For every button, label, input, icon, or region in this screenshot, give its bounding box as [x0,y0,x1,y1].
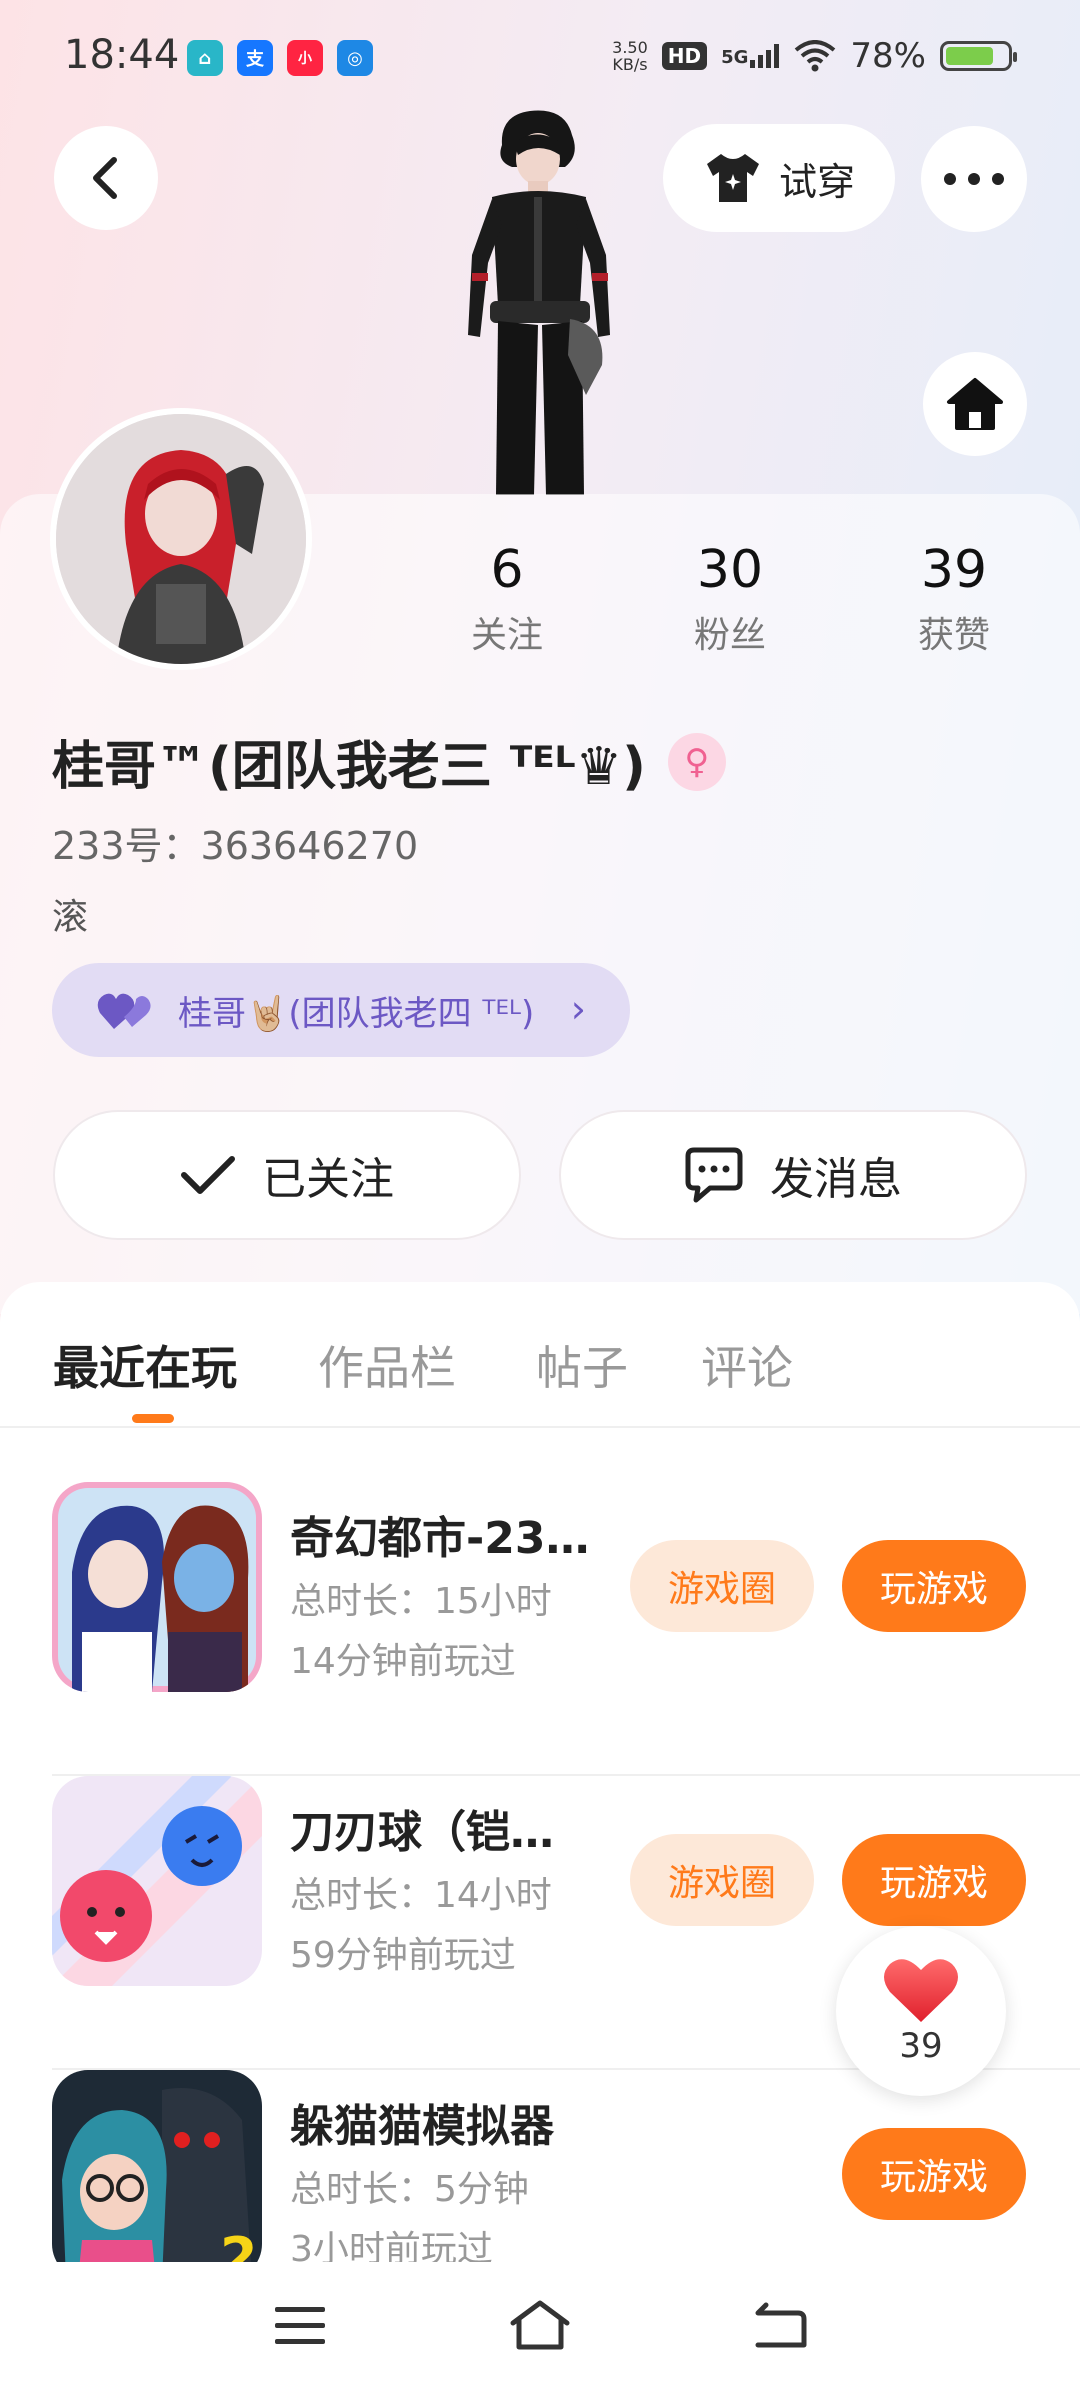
play-game-button[interactable]: 玩游戏 [842,1834,1026,1926]
stat-following[interactable]: 6 关注 [417,540,597,658]
system-back-button[interactable] [745,2290,815,2360]
battery-level [946,47,993,65]
app-blue-icon: ◎ [337,40,373,76]
wifi-icon [795,40,836,72]
battery-percent: 78% [850,36,926,76]
system-home-button[interactable] [505,2290,575,2360]
menu-icon [275,2307,325,2344]
xiaohongshu-icon: 小 [287,40,323,76]
stat-fans[interactable]: 30 粉丝 [640,540,820,658]
play-game-button[interactable]: 玩游戏 [842,1540,1026,1632]
more-dots-icon [944,173,1004,185]
network-speed: 3.50 KB/s [612,38,648,74]
game-title: 刀刃球（铠… [290,1807,554,1858]
game-duration: 总时长：14小时 [290,1875,552,1916]
try-on-button[interactable]: 试穿 [663,124,895,232]
gender-female-icon: ♀ [667,732,726,791]
status-indicators: 3.50 KB/s HD 5G 78% [612,36,1017,76]
game-icon-image [52,1482,262,1692]
battery-icon [940,41,1017,71]
likes-label: 获赞 [917,615,990,656]
game-duration: 总时长：5分钟 [290,2169,529,2210]
app-home-icon: ⌂ [187,40,223,76]
tshirt-icon [706,154,759,202]
game-title: 躲猫猫模拟器 [290,2101,554,2152]
chevron-right-icon: › [570,987,586,1031]
recent-apps-button[interactable] [265,2290,335,2360]
game-last-played: 59分钟前玩过 [290,1935,516,1976]
following-label: 关注 [470,615,543,656]
team-label: 桂哥🤘🏼(团队我老四 ᵀᴱᴸ) [178,993,535,1034]
message-button[interactable]: 发消息 [559,1110,1027,1240]
like-count: 39 [899,2026,943,2066]
nickname-row: 桂哥™(团队我老三 ᵀᴱᴸ♛) ♀ [52,724,726,799]
status-bar: 18:44 ⌂ 支 小 ◎ 3.50 KB/s HD 5G 78% [0,0,1080,120]
heart-icon [884,1959,958,2022]
follow-label: 已关注 [262,1154,394,1205]
status-app-icons: ⌂ 支 小 ◎ [187,40,373,76]
signal-icon: 5G [721,44,780,68]
home-icon [947,378,1003,430]
try-on-label: 试穿 [778,159,855,204]
user-id: 233号：363646270 [52,824,419,868]
likes-count: 39 [920,540,988,600]
more-button[interactable] [921,126,1027,232]
back-arrow-icon [755,2302,807,2348]
alipay-icon: 支 [237,40,273,76]
tab-works[interactable]: 作品栏 [318,1332,456,1398]
nickname: 桂哥™(团队我老三 ᵀᴱᴸ♛) [52,737,646,797]
home-button[interactable] [923,352,1027,456]
game-last-played: 14分钟前玩过 [290,1641,516,1682]
back-button[interactable] [54,126,158,230]
team-badge[interactable]: 桂哥🤘🏼(团队我老四 ᵀᴱᴸ) › [52,963,630,1057]
fans-count: 30 [696,540,764,600]
stat-likes[interactable]: 39 获赞 [864,540,1044,658]
play-game-button[interactable]: 玩游戏 [842,2128,1026,2220]
following-count: 6 [490,540,524,600]
list-item[interactable]: 奇幻都市-23… 总时长：15小时 14分钟前玩过 游戏圈 玩游戏 [52,1482,1080,1776]
profile-stats: 6 关注 30 粉丝 39 获赞 [0,540,1080,670]
system-navigation-bar [0,2262,1080,2388]
check-icon [181,1156,235,1194]
game-icon-image [52,1776,262,1986]
home-outline-icon [510,2300,570,2350]
game-duration: 总时长：15小时 [290,1581,552,1622]
bio: 滚 [52,897,89,938]
game-icon-image: 2 [52,2070,262,2280]
tab-bar: 最近在玩 作品栏 帖子 评论 [0,1282,1080,1428]
message-label: 发消息 [770,1154,902,1205]
game-circle-button[interactable]: 游戏圈 [630,1834,814,1926]
like-floating-button[interactable]: 39 [836,1926,1006,2096]
chat-bubble-icon [685,1147,743,1203]
tab-indicator [132,1414,174,1423]
hd-icon: HD [661,42,708,70]
fans-label: 粉丝 [693,615,766,656]
double-heart-icon [97,993,151,1029]
chevron-left-icon [93,157,117,199]
content-panel: 最近在玩 作品栏 帖子 评论 奇幻都市-23… 总时长：15小时 14分钟前玩过… [0,1282,1080,2388]
avatar-character-image [468,110,610,495]
status-time: 18:44 [64,32,180,78]
follow-button[interactable]: 已关注 [53,1110,521,1240]
tab-recently-played[interactable]: 最近在玩 [53,1332,237,1398]
game-circle-button[interactable]: 游戏圈 [630,1540,814,1632]
tab-comments[interactable]: 评论 [701,1332,793,1398]
game-title: 奇幻都市-23… [290,1513,590,1564]
tab-posts[interactable]: 帖子 [536,1332,628,1398]
